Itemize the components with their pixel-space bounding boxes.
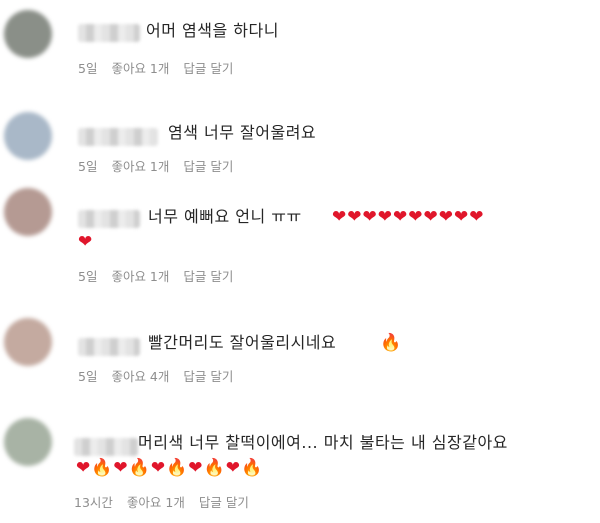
heart-icon: ❤: [332, 207, 348, 227]
emoji-row: ❤🔥❤🔥❤🔥❤🔥❤🔥: [76, 456, 263, 480]
fire-icon: 🔥: [203, 458, 226, 478]
heart-icon: ❤: [113, 458, 129, 478]
heart-icon: ❤: [225, 458, 241, 478]
comment-meta: 5일 좋아요 1개 답글 달기: [78, 58, 247, 77]
comment-meta: 5일 좋아요 4개 답글 달기: [78, 366, 247, 385]
comment-text: 빨간머리도 잘어울리시네요: [148, 333, 337, 352]
heart-icon: ❤: [362, 207, 378, 227]
heart-icon: ❤: [408, 207, 424, 227]
fire-icon: 🔥: [380, 333, 403, 353]
heart-icon: ❤: [78, 232, 94, 252]
heart-icon: ❤: [438, 207, 454, 227]
comment-time: 5일: [78, 61, 98, 76]
avatar[interactable]: [4, 318, 52, 366]
heart-icon: ❤: [377, 207, 393, 227]
avatar[interactable]: [4, 188, 52, 236]
comment-meta: 13시간 좋아요 1개 답글 달기: [74, 492, 263, 511]
username[interactable]: [78, 210, 140, 228]
comment-meta: 5일 좋아요 1개 답글 달기: [78, 156, 247, 175]
likes-count[interactable]: 좋아요 1개: [111, 269, 169, 284]
reply-button[interactable]: 답글 달기: [183, 159, 233, 174]
heart-icon: ❤: [469, 207, 485, 227]
likes-count[interactable]: 좋아요 1개: [111, 61, 169, 76]
fire-icon: 🔥: [166, 458, 189, 478]
username[interactable]: [78, 128, 158, 146]
heart-icons: ❤: [78, 230, 93, 254]
heart-icon: ❤: [454, 207, 470, 227]
heart-icon: ❤: [393, 207, 409, 227]
username[interactable]: [78, 24, 140, 42]
fire-icon: 🔥: [240, 458, 264, 478]
reply-button[interactable]: 답글 달기: [183, 61, 233, 76]
comment-text: 머리색 너무 찰떡이에여... 마치 불타는 내 심장같아요: [138, 433, 508, 452]
username[interactable]: [74, 438, 138, 456]
heart-icons: ❤❤❤❤❤❤❤❤❤❤: [332, 205, 485, 229]
reply-button[interactable]: 답글 달기: [199, 495, 249, 510]
fire-icons: 🔥: [380, 331, 402, 355]
username[interactable]: [78, 338, 140, 356]
fire-icon: 🔥: [91, 458, 114, 478]
heart-icon: ❤: [188, 458, 204, 478]
avatar[interactable]: [4, 418, 52, 466]
comment-text: 너무 예뻐요 언니 ㅠㅠ: [148, 207, 302, 226]
likes-count[interactable]: 좋아요 4개: [111, 369, 169, 384]
comment-text: 염색 너무 잘어울려요: [168, 123, 317, 142]
reply-button[interactable]: 답글 달기: [183, 269, 233, 284]
comment-meta: 5일 좋아요 1개 답글 달기: [78, 266, 247, 285]
comment-time: 5일: [78, 369, 98, 384]
likes-count[interactable]: 좋아요 1개: [127, 495, 185, 510]
heart-icon: ❤: [150, 458, 167, 478]
fire-icon: 🔥: [128, 458, 151, 478]
likes-count[interactable]: 좋아요 1개: [111, 159, 169, 174]
comment-time: 5일: [78, 269, 98, 284]
comment-time: 13시간: [74, 495, 113, 510]
heart-icon: ❤: [76, 458, 92, 478]
heart-icon: ❤: [423, 207, 439, 227]
heart-icon: ❤: [347, 207, 363, 227]
comment-time: 5일: [78, 159, 98, 174]
avatar[interactable]: [4, 112, 52, 160]
comment-text: 어머 염색을 하다니: [146, 21, 279, 40]
reply-button[interactable]: 답글 달기: [183, 369, 233, 384]
avatar[interactable]: [4, 10, 52, 58]
